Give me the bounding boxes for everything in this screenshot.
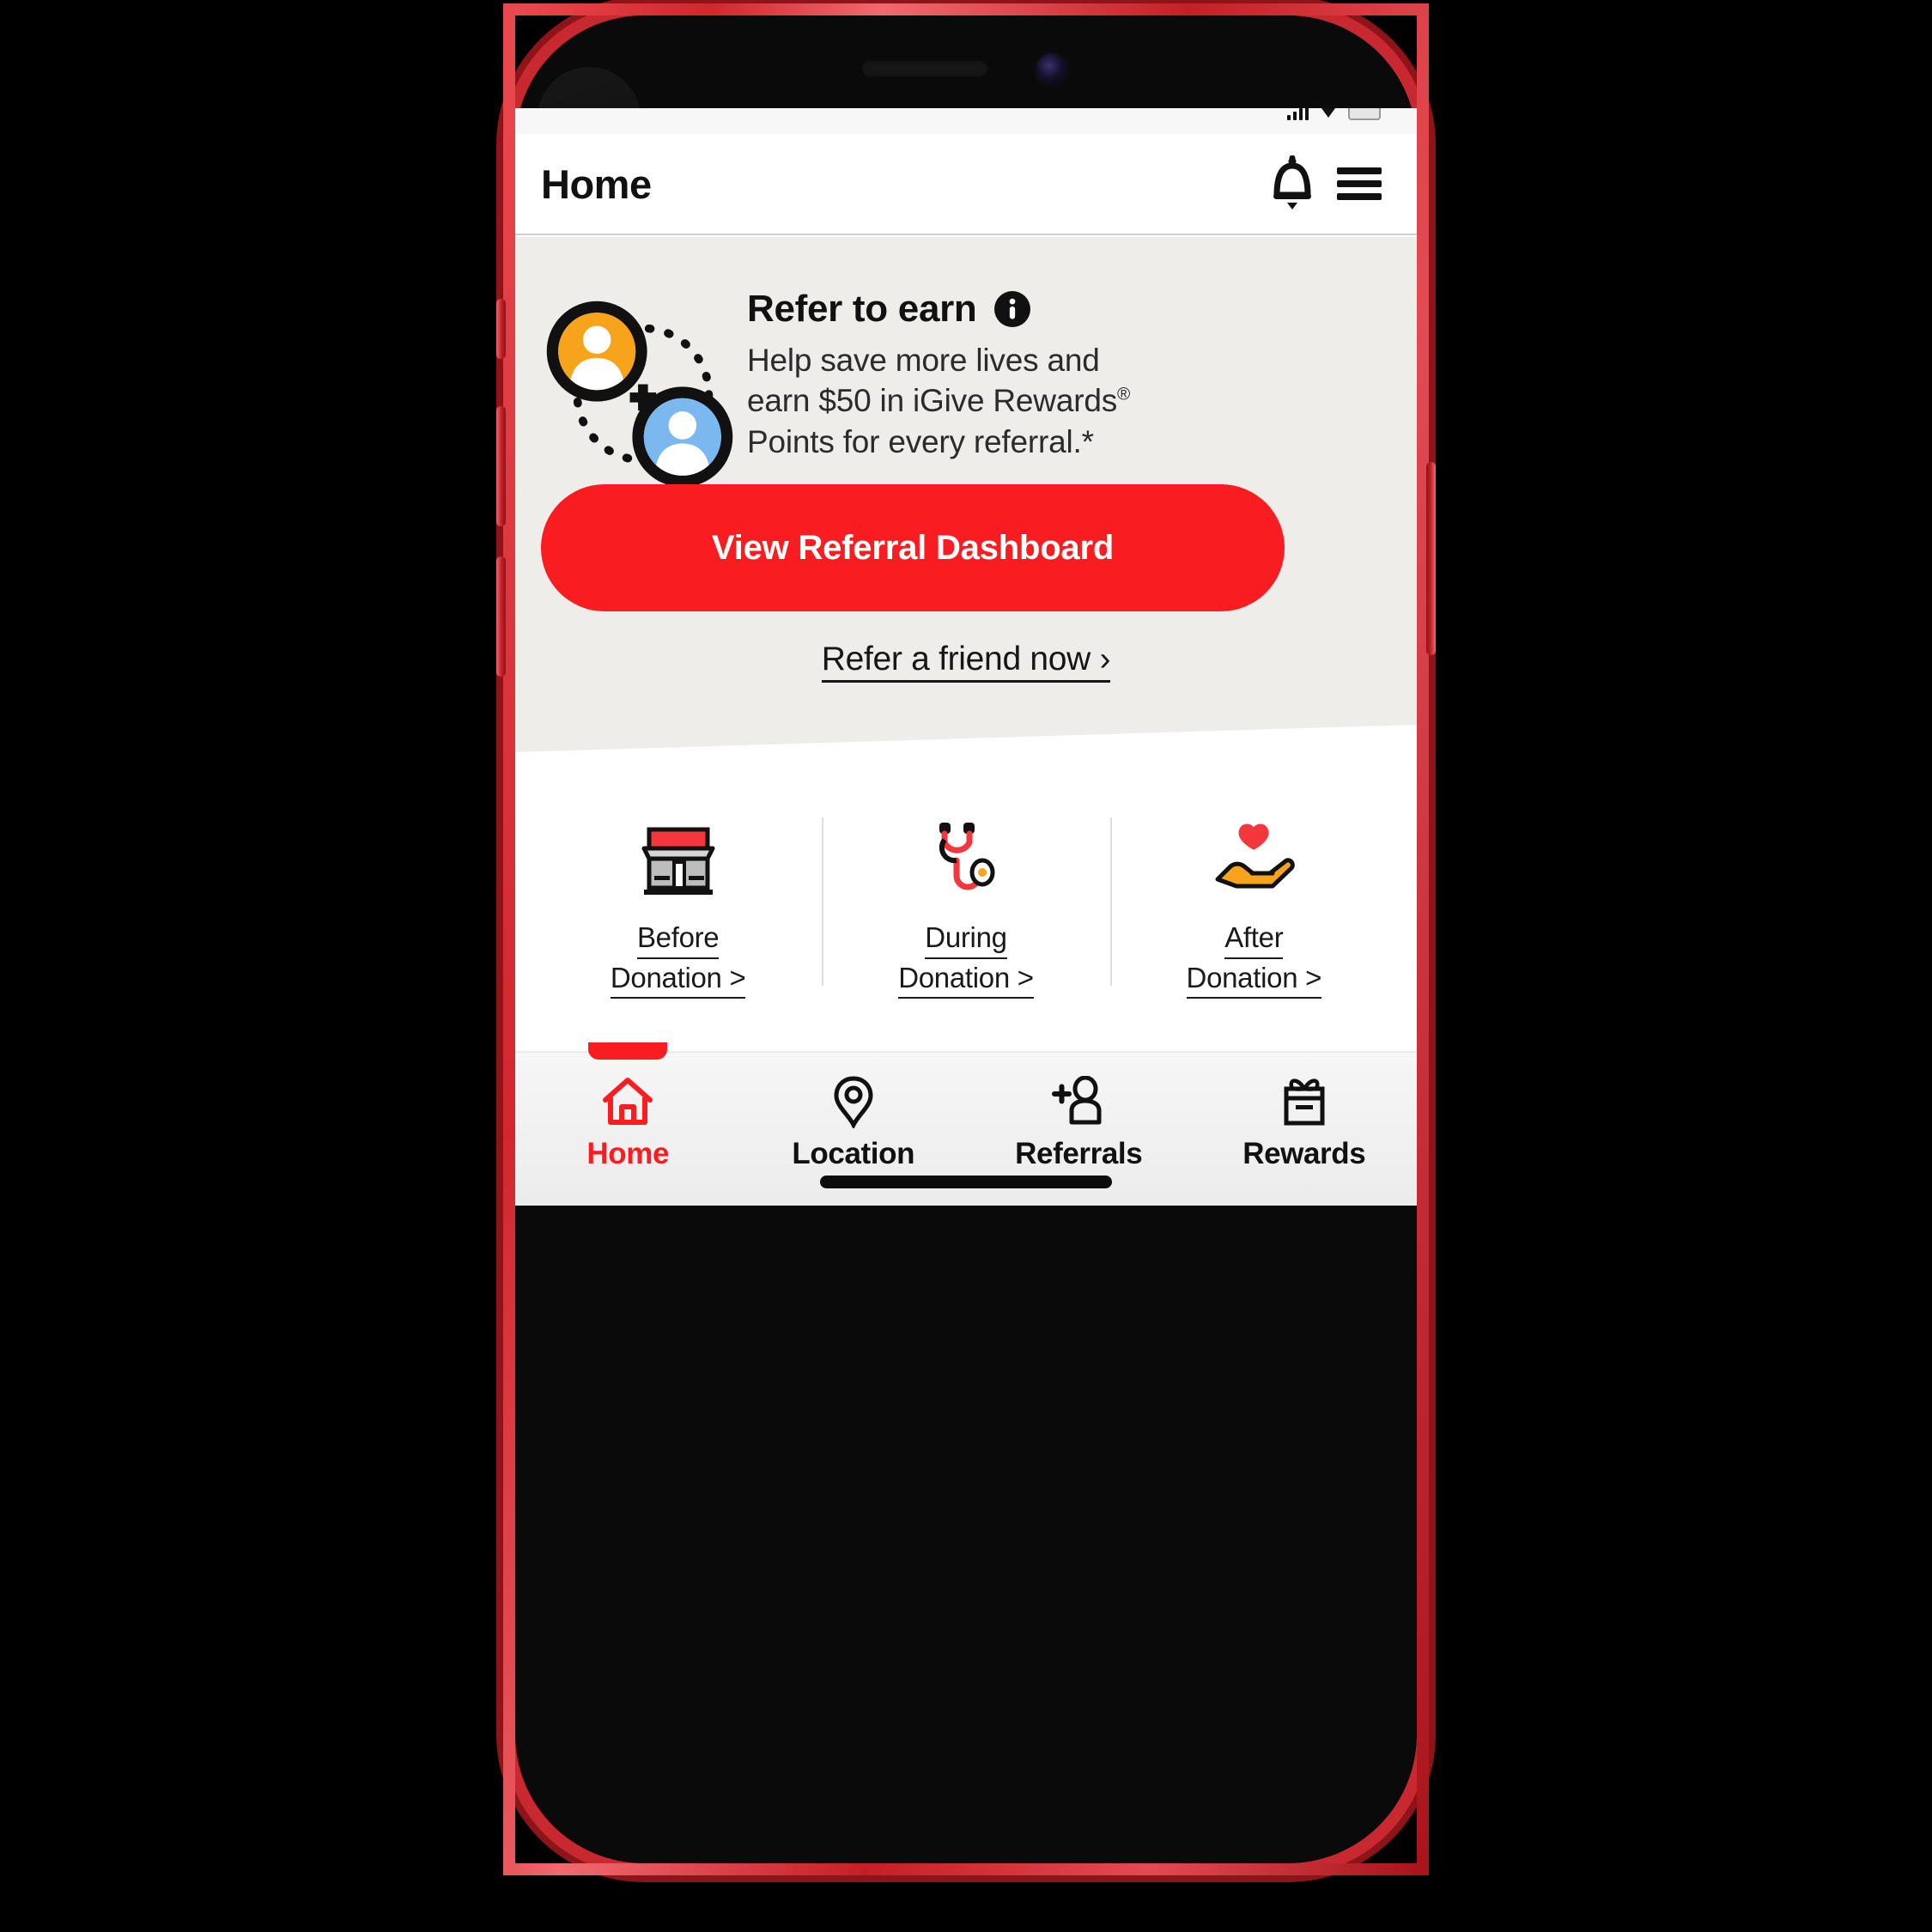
registered-mark: ®: [1117, 385, 1131, 405]
bell-icon: [1273, 155, 1311, 210]
page-title: Home: [541, 161, 652, 207]
stethoscope-icon: [939, 823, 995, 890]
referral-title: Refer to earn: [747, 288, 977, 330]
refer-a-friend-link[interactable]: Refer a friend now ›: [515, 641, 1417, 683]
hamburger-menu-icon: [1337, 167, 1382, 200]
gift-icon-wrap: [1279, 1075, 1329, 1128]
stage-after-donation-line2: Donation >: [1186, 959, 1321, 999]
donation-stages-row: Before Donation > During Donation > Afte…: [515, 812, 1417, 1027]
front-camera: [1036, 53, 1068, 86]
stage-during-donation-line2: Donation >: [898, 959, 1034, 999]
stage-during-donation-line1: During: [925, 919, 1007, 959]
referral-title-row: Refer to earn: [747, 290, 1391, 328]
stage-before-donation-line1: Before: [636, 919, 720, 959]
app-header-bar: Home: [515, 134, 1417, 235]
stage-before-donation[interactable]: Before Donation >: [534, 812, 822, 999]
battery-icon: [1348, 108, 1381, 120]
stage-before-donation-line2: Donation >: [610, 959, 746, 999]
info-icon[interactable]: [993, 291, 1030, 327]
stage-after-donation[interactable]: After Donation >: [1109, 812, 1398, 999]
power-button[interactable]: [1426, 462, 1436, 655]
menu-button[interactable]: [1326, 150, 1393, 217]
stage-after-donation-label: After Donation >: [1186, 919, 1321, 999]
stage-before-donation-label: Before Donation >: [610, 919, 746, 999]
referral-description-line3: Points for every referral.*: [747, 423, 1094, 459]
heart-in-hand-icon: [1215, 823, 1296, 889]
active-tab-indicator: [588, 1042, 668, 1060]
nav-item-location-label: Location: [792, 1137, 915, 1170]
status-bar: [515, 108, 1417, 134]
phone-screen: Home Refer to earn Help save more lives …: [515, 108, 1417, 1206]
gift-icon: [1284, 1078, 1325, 1126]
stage-after-donation-line1: After: [1224, 919, 1284, 959]
volume-up-button[interactable]: [496, 406, 506, 526]
heart-in-hand-icon-wrap: [1211, 819, 1297, 898]
add-person-icon: [1052, 1076, 1102, 1125]
storefront-icon: [641, 827, 715, 895]
two-avatars-referral-icon: [546, 301, 733, 488]
map-pin-icon-wrap: [831, 1075, 876, 1128]
map-pin-icon: [834, 1076, 873, 1128]
stethoscope-icon-wrap: [929, 819, 1003, 898]
add-person-icon-wrap: [1051, 1075, 1106, 1128]
referral-description-line1: Help save more lives and: [747, 343, 1100, 378]
referral-hero-row: Refer to earn Help save more lives and e…: [515, 290, 1417, 493]
nav-item-location[interactable]: Location: [741, 1053, 967, 1171]
status-bar-icons: [1287, 108, 1381, 120]
nav-item-home-label: Home: [586, 1137, 670, 1170]
phone-device-frame: Home Refer to earn Help save more lives …: [496, 3, 1436, 1875]
mute-switch-button[interactable]: [496, 299, 506, 359]
stage-during-donation[interactable]: During Donation >: [822, 812, 1109, 999]
signal-bars-icon: [1287, 108, 1309, 120]
stage-during-donation-label: During Donation >: [898, 919, 1034, 999]
home-icon: [603, 1078, 653, 1125]
nav-item-home[interactable]: Home: [515, 1042, 741, 1171]
home-indicator[interactable]: [820, 1176, 1112, 1188]
nav-item-rewards[interactable]: Rewards: [1192, 1053, 1418, 1171]
earpiece-speaker: [861, 60, 988, 77]
storefront-icon-wrap: [639, 819, 718, 898]
wifi-icon: [1320, 108, 1337, 120]
nav-item-referrals-label: Referrals: [1015, 1137, 1143, 1170]
screenshot-canvas: Home Refer to earn Help save more lives …: [0, 0, 1932, 1932]
view-referral-dashboard-button[interactable]: View Referral Dashboard: [541, 484, 1285, 611]
referral-description-line2: earn $50 in iGive Rewards: [747, 383, 1117, 419]
refer-a-friend-link-label: Refer a friend now ›: [821, 641, 1111, 683]
notifications-button[interactable]: [1259, 150, 1326, 217]
home-icon-wrap: [600, 1075, 655, 1128]
nav-item-rewards-label: Rewards: [1242, 1137, 1366, 1170]
volume-down-button[interactable]: [496, 556, 506, 677]
referral-hero-copy: Refer to earn Help save more lives and e…: [738, 290, 1391, 462]
nav-item-referrals[interactable]: Referrals: [966, 1053, 1192, 1171]
referral-description: Help save more lives and earn $50 in iGi…: [747, 340, 1391, 462]
